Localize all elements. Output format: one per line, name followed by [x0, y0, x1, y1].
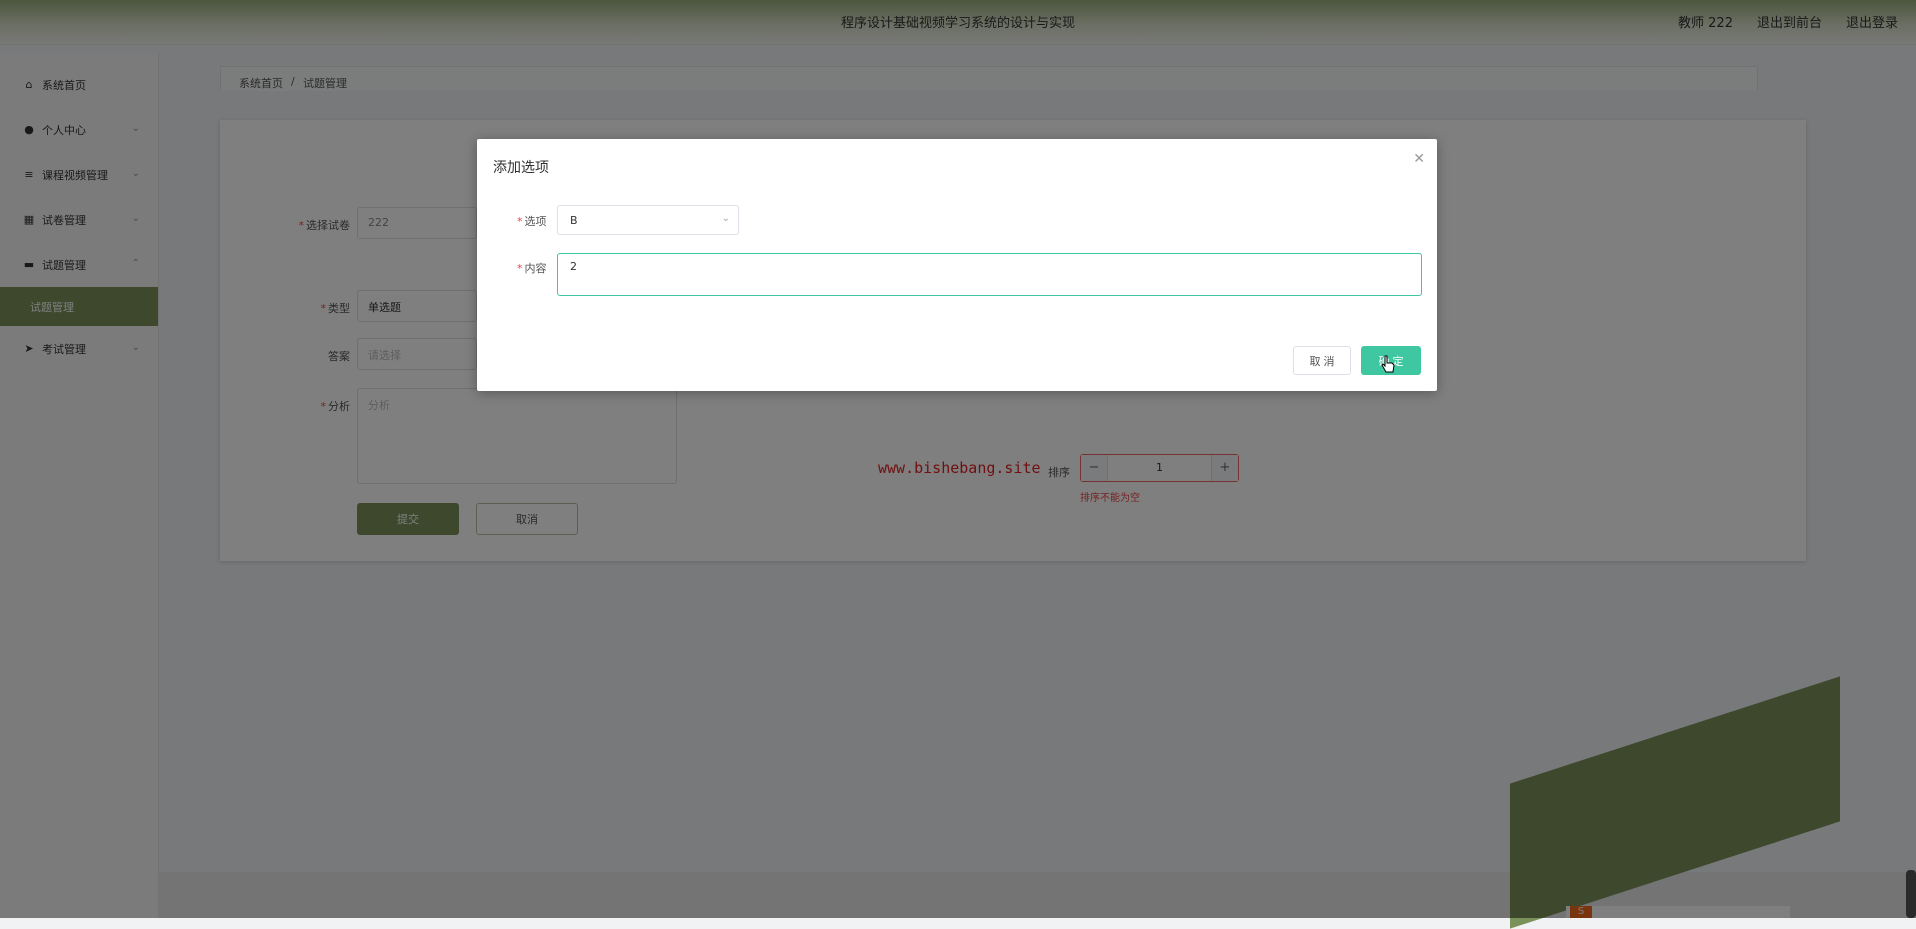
add-option-dialog: 添加选项 ✕ * 选项 B ⌄ * 内容 2 取 消 确 定	[477, 139, 1437, 391]
hand-cursor-icon	[1381, 355, 1395, 373]
option-select-value: B	[570, 214, 578, 227]
option-select[interactable]: B ⌄	[557, 205, 739, 235]
content-label: * 内容	[517, 262, 547, 275]
modal-overlay[interactable]	[0, 0, 1916, 918]
chevron-down-icon: ⌄	[721, 213, 730, 224]
dialog-title: 添加选项	[493, 160, 549, 176]
dialog-cancel-button[interactable]: 取 消	[1293, 346, 1351, 375]
close-icon[interactable]: ✕	[1413, 151, 1425, 167]
option-label: * 选项	[517, 215, 547, 228]
content-textarea[interactable]: 2	[557, 253, 1422, 296]
